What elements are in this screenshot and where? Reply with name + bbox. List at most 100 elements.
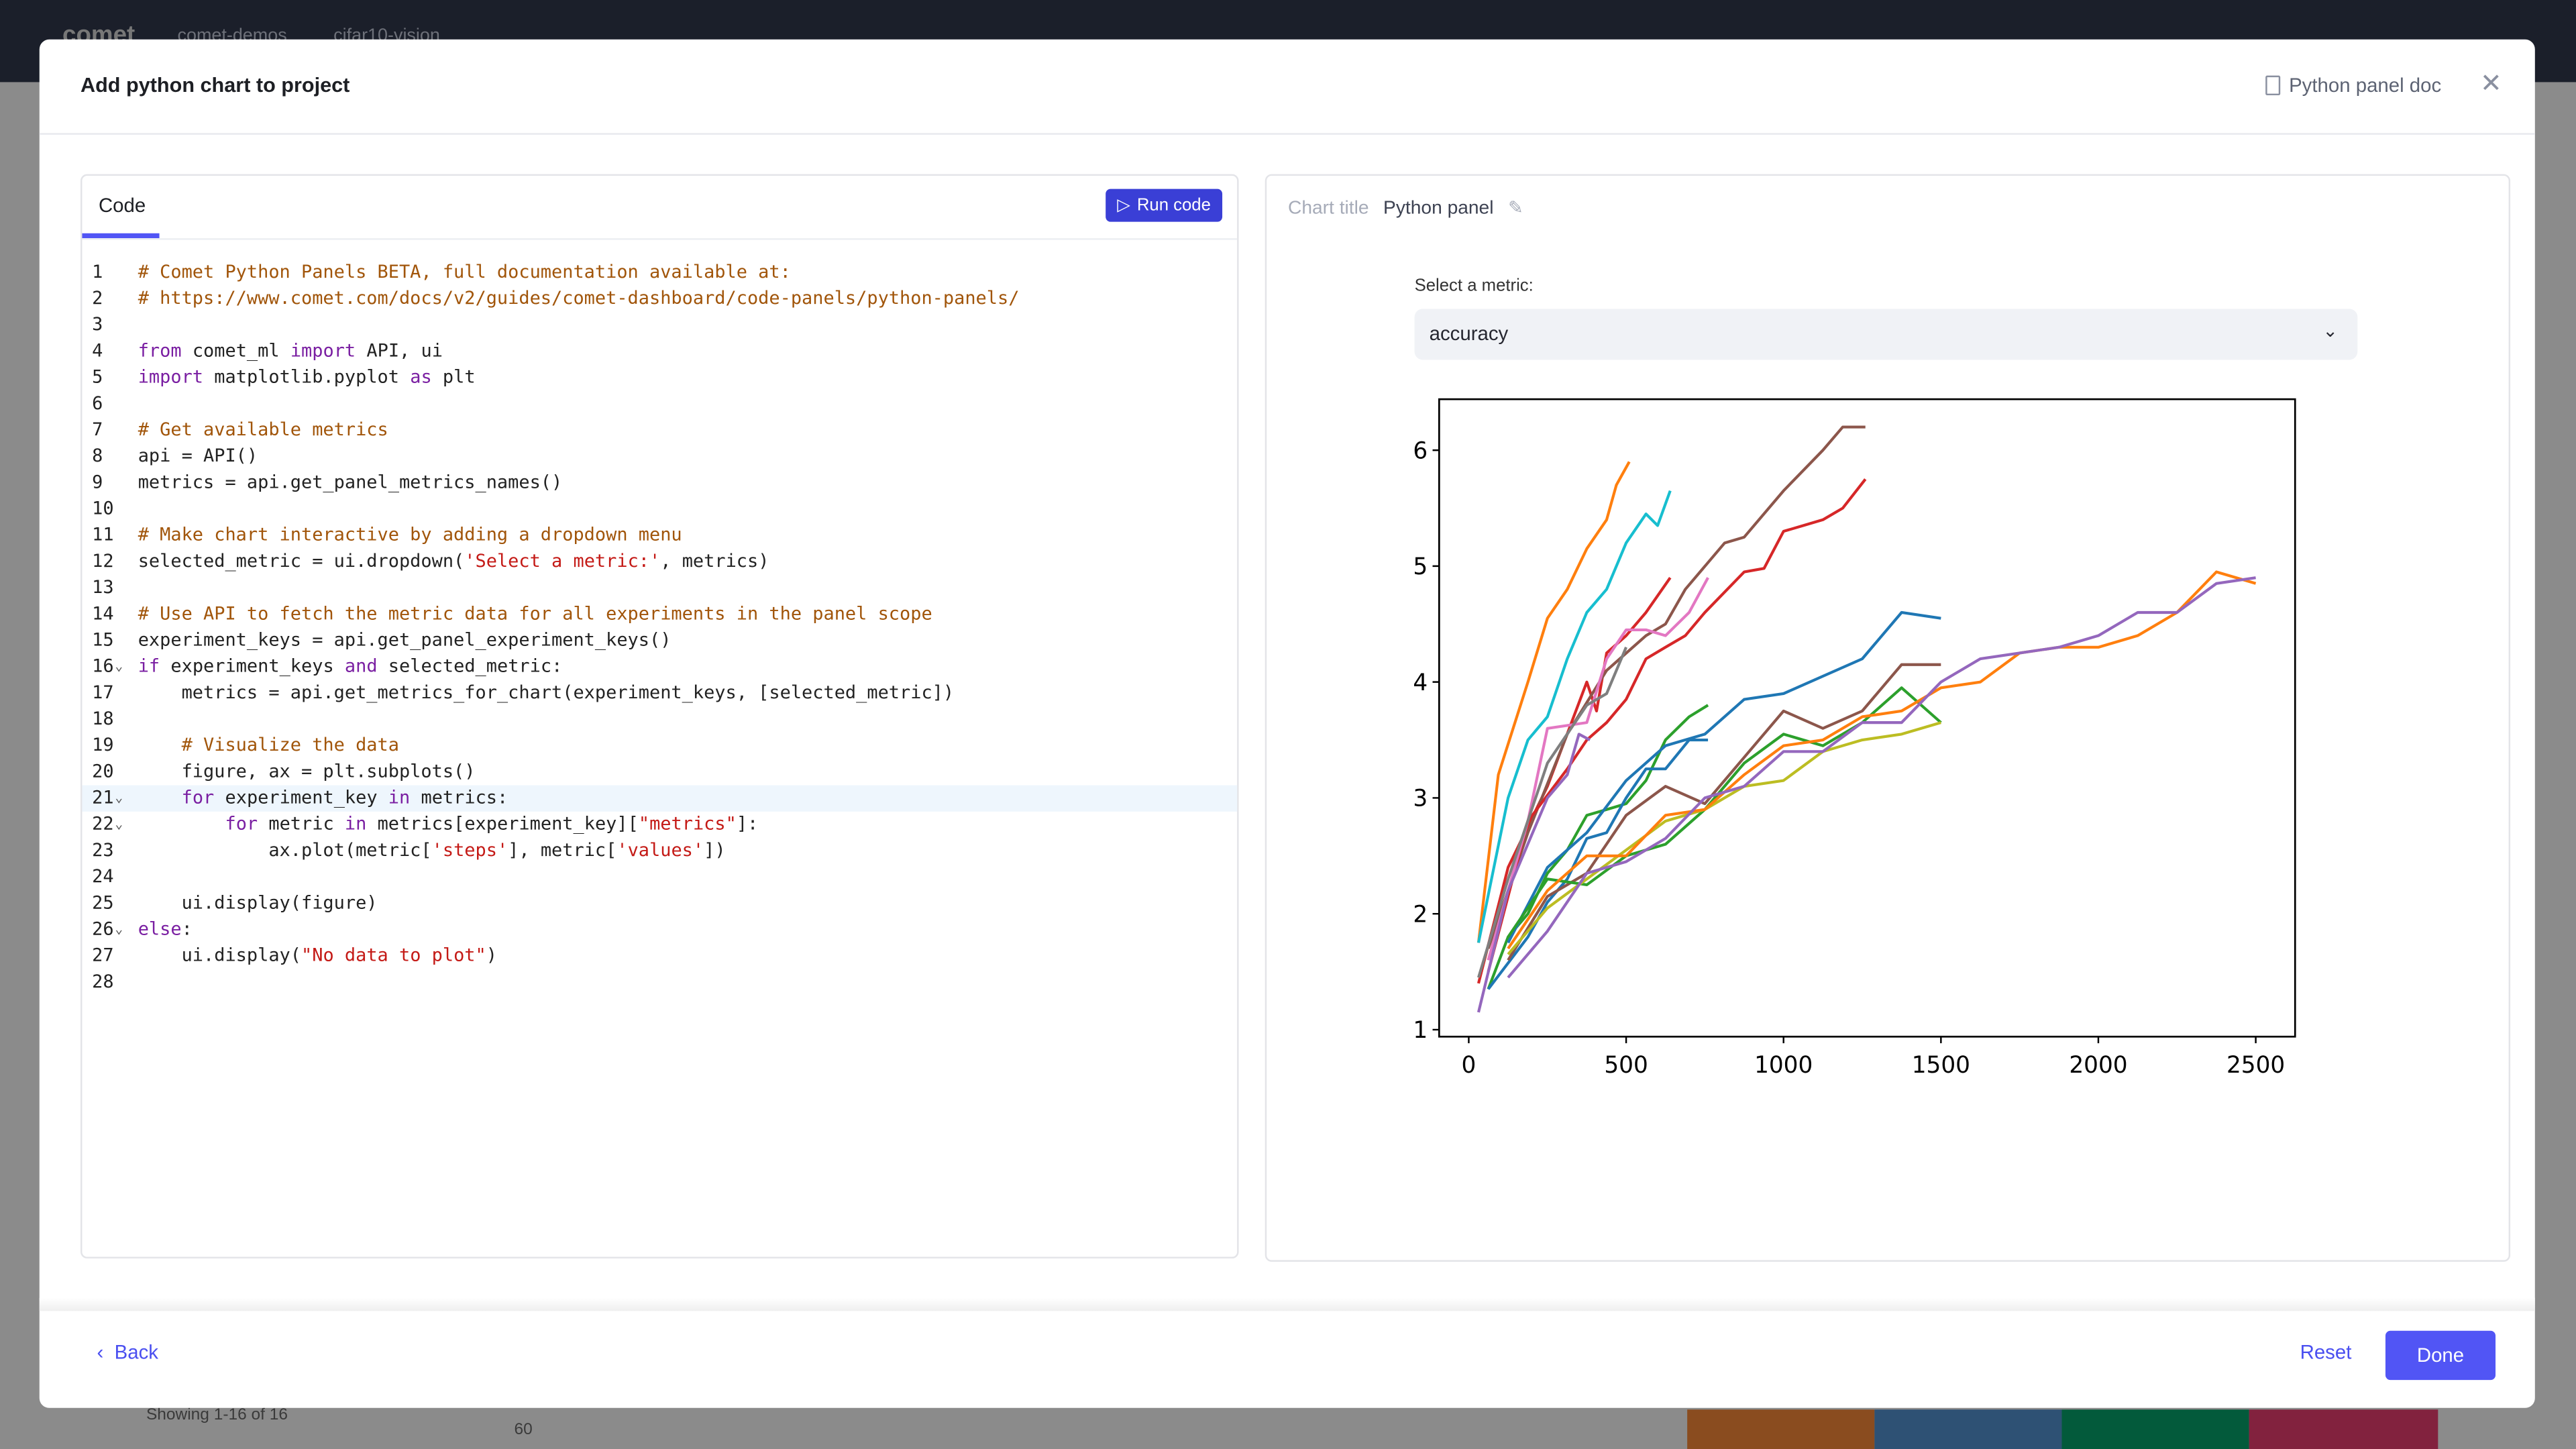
code-line[interactable]: 21 ⌄ for experiment_key in metrics: bbox=[82, 785, 1238, 812]
code-line[interactable]: 6 bbox=[82, 391, 1237, 417]
code-line[interactable]: 4 from comet_ml import API, ui bbox=[82, 338, 1237, 364]
python-panel-doc-link[interactable]: Python panel doc bbox=[2265, 74, 2442, 97]
done-button[interactable]: Done bbox=[2385, 1330, 2496, 1381]
screen: comet comet-demos cifar10-vision Showing… bbox=[0, 0, 2576, 1449]
line-number: 13 bbox=[92, 576, 114, 598]
metric-line-chart: 0 500 1000 1500 2000 2500 0.1 0.2 0.3 0.4 0.5 0.6 bbox=[1413, 398, 2296, 1079]
line-number: 5 bbox=[92, 366, 103, 388]
code-text: figure, ax = plt.subplots() bbox=[138, 759, 476, 785]
code-token: in bbox=[344, 813, 367, 835]
code-line[interactable]: 20 figure, ax = plt.subplots() bbox=[82, 759, 1237, 785]
code-text: # Make chart interactive by adding a dro… bbox=[138, 523, 682, 549]
code-line[interactable]: 14 # Use API to fetch the metric data for… bbox=[82, 601, 1237, 627]
code-line[interactable]: 8 api = API() bbox=[82, 443, 1237, 470]
code-line[interactable]: 22 ⌄ for metric in metrics[experiment_key… bbox=[82, 812, 1237, 838]
line-number: 11 bbox=[92, 524, 114, 546]
line-number: 2 bbox=[92, 287, 103, 309]
chart-preview-panel: Chart title Python panel ✎ Select a metr… bbox=[1265, 174, 2511, 1262]
close-icon[interactable]: ✕ bbox=[2480, 67, 2502, 100]
line-number: 14 bbox=[92, 602, 114, 625]
code-line[interactable]: 13 bbox=[82, 575, 1237, 601]
y-tick-label: 0.5 bbox=[1413, 553, 1428, 580]
code-text: # https://www.comet.com/docs/v2/guides/c… bbox=[138, 286, 1020, 312]
code-panel: Code ▷ Run code 1 # Comet Python Panels B… bbox=[80, 174, 1239, 1258]
code-line[interactable]: 17 metrics = api.get_metrics_for_chart(e… bbox=[82, 680, 1237, 706]
metric-dropdown[interactable]: accuracy ⌄ bbox=[1414, 309, 2358, 360]
code-line[interactable]: 15 experiment_keys = api.get_panel_experi… bbox=[82, 628, 1237, 654]
code-token: experiment_keys bbox=[160, 655, 345, 677]
line-number: 12 bbox=[92, 550, 114, 572]
code-text: api = API() bbox=[138, 443, 258, 470]
code-token: matplotlib.pyplot bbox=[203, 366, 411, 388]
back-button[interactable]: ‹ Back bbox=[97, 1340, 158, 1363]
code-line[interactable]: 18 bbox=[82, 706, 1237, 733]
code-line[interactable]: 19 # Visualize the data bbox=[82, 733, 1237, 759]
code-text: ui.display(figure) bbox=[138, 890, 378, 916]
code-line[interactable]: 27 ui.display("No data to plot") bbox=[82, 943, 1237, 969]
code-text: # Visualize the data bbox=[138, 733, 399, 759]
code-token: experiment_key bbox=[214, 787, 388, 808]
code-line[interactable]: 11 # Make chart interactive by adding a d… bbox=[82, 523, 1237, 549]
code-line[interactable]: 5 import matplotlib.pyplot as plt bbox=[82, 365, 1237, 391]
fold-chevron-icon[interactable]: ⌄ bbox=[115, 654, 123, 680]
y-tick-label: 0.1 bbox=[1413, 1017, 1428, 1044]
reset-button[interactable]: Reset bbox=[2300, 1340, 2352, 1363]
line-number: 18 bbox=[92, 708, 114, 730]
code-line[interactable]: 26 ⌄ else: bbox=[82, 917, 1237, 943]
code-editor[interactable]: 1 # Comet Python Panels BETA, full docume… bbox=[82, 260, 1238, 996]
code-line[interactable]: 24 bbox=[82, 864, 1237, 890]
fold-chevron-icon[interactable]: ⌄ bbox=[115, 786, 123, 812]
run-code-label: Run code bbox=[1136, 195, 1211, 215]
code-line[interactable]: 2 # https://www.comet.com/docs/v2/guides/… bbox=[82, 286, 1237, 312]
bg-axis-tick: 60 bbox=[514, 1421, 533, 1440]
code-token: ]: bbox=[736, 813, 759, 835]
code-token: "No data to plot" bbox=[301, 945, 486, 967]
code-token: plt bbox=[431, 366, 476, 388]
code-token: API, ui bbox=[356, 339, 443, 362]
line-number: 19 bbox=[92, 734, 114, 756]
doc-link-label: Python panel doc bbox=[2289, 74, 2442, 97]
tab-code[interactable]: Code bbox=[99, 194, 146, 217]
code-line[interactable]: 25 ui.display(figure) bbox=[82, 890, 1237, 916]
select-metric-label: Select a metric: bbox=[1414, 276, 1534, 296]
run-code-button[interactable]: ▷ Run code bbox=[1106, 189, 1223, 222]
metric-dropdown-value: accuracy bbox=[1429, 322, 1509, 345]
fold-chevron-icon[interactable]: ⌄ bbox=[115, 917, 123, 943]
code-text: ax.plot(metric['steps'], metric['values'… bbox=[138, 838, 726, 864]
code-token: figure, ax = plt.subplots() bbox=[138, 760, 476, 782]
code-text: experiment_keys = api.get_panel_experime… bbox=[138, 628, 672, 654]
code-line[interactable]: 12 selected_metric = ui.dropdown('Select … bbox=[82, 549, 1237, 575]
code-line[interactable]: 1 # Comet Python Panels BETA, full docume… bbox=[82, 260, 1237, 286]
line-number: 3 bbox=[92, 313, 103, 335]
x-tick-label: 2500 bbox=[2226, 1052, 2285, 1079]
code-line[interactable]: 28 bbox=[82, 969, 1237, 996]
chart-title-value[interactable]: Python panel bbox=[1383, 199, 1493, 218]
code-token: api = API() bbox=[138, 445, 258, 467]
code-token: # https://www.comet.com/docs/v2/guides/c… bbox=[138, 287, 1020, 309]
code-token: : bbox=[181, 918, 193, 940]
fold-chevron-icon[interactable]: ⌄ bbox=[115, 812, 123, 838]
x-tick-label: 2000 bbox=[2069, 1052, 2127, 1079]
footer-shadow bbox=[39, 1297, 2535, 1311]
code-text: # Get available metrics bbox=[138, 417, 388, 443]
code-line[interactable]: 9 metrics = api.get_panel_metrics_names() bbox=[82, 470, 1237, 496]
code-line[interactable]: 23 ax.plot(metric['steps'], metric['valu… bbox=[82, 838, 1237, 864]
code-line[interactable]: 3 bbox=[82, 312, 1237, 338]
code-token: "metrics" bbox=[638, 813, 737, 835]
edit-pencil-icon[interactable]: ✎ bbox=[1508, 197, 1523, 218]
code-token: ]) bbox=[704, 839, 726, 861]
series-line-5 bbox=[1487, 478, 1867, 973]
code-line[interactable]: 16 ⌄ if experiment_keys and selected_metri… bbox=[82, 654, 1237, 680]
series-line-15 bbox=[1507, 570, 2257, 950]
code-text: if experiment_keys and selected_metric: bbox=[138, 654, 563, 680]
code-line[interactable]: 7 # Get available metrics bbox=[82, 417, 1237, 443]
code-token: ui.display(figure) bbox=[138, 892, 378, 914]
code-token: metrics = api.get_metrics_for_chart(expe… bbox=[138, 682, 955, 704]
code-line[interactable]: 10 bbox=[82, 496, 1237, 523]
code-text: from comet_ml import API, ui bbox=[138, 338, 443, 364]
code-text: selected_metric = ui.dropdown('Select a … bbox=[138, 549, 769, 575]
code-token: from bbox=[138, 339, 182, 362]
code-token: metrics[experiment_key][ bbox=[366, 813, 639, 835]
line-number: 28 bbox=[92, 971, 114, 993]
